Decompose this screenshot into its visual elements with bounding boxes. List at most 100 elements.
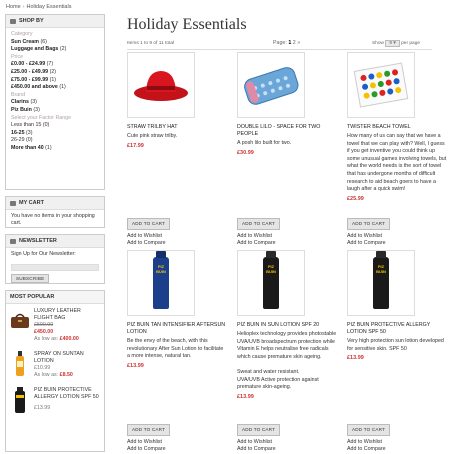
product-card: PIZ BUIN PIZ BUIN TAN INTENSIFIER AFTERSU… [127, 250, 227, 369]
popular-item-price: £10.99 [34, 365, 51, 371]
page-current: 1 [288, 40, 292, 46]
product-name[interactable]: DOUBLE LILO - SPACE FOR TWO PEOPLE [237, 124, 337, 138]
product-actions: ADD TO CART Add to Wishlist Add to Compa… [127, 218, 227, 248]
product-card: PIZ BUIN PIZ BUIN IN SUN LOTION SPF 20 He… [237, 250, 337, 400]
breadcrumb-home-link[interactable]: Home [6, 4, 21, 10]
add-to-compare-link[interactable]: Add to Compare [127, 446, 227, 454]
product-actions: ADD TO CART Add to Wishlist Add to Compa… [127, 424, 227, 454]
product-price: £25.99 [347, 195, 364, 202]
towel-image[interactable] [347, 52, 415, 118]
blue-bottle-image[interactable]: PIZ BUIN [127, 250, 195, 316]
add-to-wishlist-link[interactable]: Add to Wishlist [127, 233, 227, 241]
product-description: Be the envy of the beach, with this revo… [127, 338, 224, 360]
leather-bag-image[interactable] [10, 308, 30, 334]
add-to-cart-button[interactable]: ADD TO CART [237, 218, 281, 230]
product-description: How many of us can say that we have a to… [347, 133, 447, 193]
next-page-arrow[interactable]: » [297, 40, 300, 46]
page-title: Holiday Essentials [127, 16, 247, 33]
add-to-compare-link[interactable]: Add to Compare [347, 446, 447, 454]
product-price: £13.99 [237, 393, 254, 400]
shop-by-header: SHOP BY [6, 15, 104, 28]
popular-item-name[interactable]: PIZ BUIN PROTECTIVE ALLERGY LOTION SPF 5… [34, 387, 100, 401]
product-name[interactable]: TWISTER BEACH TOWEL [347, 124, 447, 131]
filter-price-75[interactable]: £75.00 - £99.99 (1) [11, 77, 99, 85]
filter-piz-buin[interactable]: Piz Buin (3) [11, 107, 99, 115]
popular-item-name[interactable]: LUXURY LEATHER FLIGHT BAG [34, 308, 100, 322]
popular-item-low-price: As low as: £400.00 [34, 336, 79, 342]
cart-icon [10, 200, 16, 206]
black-bottle-image[interactable]: PIZ BUIN [347, 250, 415, 316]
category-label: Category [11, 31, 33, 37]
my-cart-header: MY CART [6, 197, 104, 210]
subscribe-button[interactable]: SUBSCRIBE [11, 274, 50, 283]
product-actions: ADD TO CART Add to Wishlist Add to Compa… [347, 218, 447, 248]
product-name[interactable]: PIZ BUIN PROTECTIVE ALLERGY LOTION SPF 5… [347, 322, 447, 336]
product-name[interactable]: PIZ BUIN TAN INTENSIFIER AFTERSUN LOTION [127, 322, 227, 336]
shop-by-panel: SHOP BY Category Sun Cream (6) Luggage a… [5, 14, 105, 190]
spray-bottle-image[interactable] [10, 351, 30, 377]
item-count: Items 1 to 9 of 11 total [127, 41, 175, 46]
product-name[interactable]: PIZ BUIN IN SUN LOTION SPF 20 [237, 322, 337, 329]
black-bottle-image[interactable]: PIZ BUIN [237, 250, 305, 316]
popular-item[interactable]: LUXURY LEATHER FLIGHT BAG £500.00 £450.0… [6, 304, 104, 347]
shop-by-icon [10, 18, 16, 24]
breadcrumb: Home › Holiday Essentials [6, 4, 71, 10]
add-to-cart-button[interactable]: ADD TO CART [127, 424, 171, 436]
product-card: PIZ BUIN PIZ BUIN PROTECTIVE ALLERGY LOTI… [347, 250, 447, 361]
bottle-icon: PIZ BUIN [153, 251, 169, 309]
product-price: £17.99 [127, 142, 144, 149]
add-to-compare-link[interactable]: Add to Compare [237, 240, 337, 248]
filter-luggage[interactable]: Luggage and Bags (2) [11, 46, 99, 54]
newsletter-panel: NEWSLETTER Sign Up for Our Newsletter: S… [5, 234, 105, 284]
add-to-compare-link[interactable]: Add to Compare [237, 446, 337, 454]
brand-label: Brand [11, 91, 26, 98]
product-price: £13.99 [347, 355, 364, 362]
add-to-compare-link[interactable]: Add to Compare [127, 240, 227, 248]
add-to-cart-button[interactable]: ADD TO CART [127, 218, 171, 230]
popular-item-old-price: £500.00 [34, 322, 54, 328]
product-name[interactable]: STRAW TRILBY HAT [127, 124, 227, 131]
red-hat-image[interactable] [127, 52, 195, 118]
filter-factor-40[interactable]: More than 40 (1) [11, 145, 99, 153]
popular-item-price: £13.99 [34, 405, 51, 411]
filter-factor-16-25[interactable]: 16-25 (3) [11, 130, 99, 138]
product-card: TWISTER BEACH TOWEL How many of us can s… [347, 52, 447, 202]
popular-item[interactable]: PIZ BUIN PROTECTIVE ALLERGY LOTION SPF 5… [6, 383, 104, 417]
filter-clarins[interactable]: Clarins (3) [11, 99, 99, 107]
black-bottle-thumb[interactable] [10, 387, 30, 413]
add-to-wishlist-link[interactable]: Add to Wishlist [347, 233, 447, 241]
product-price: £13.99 [127, 362, 144, 369]
page-2-link[interactable]: 2 [293, 40, 296, 46]
toolbar-divider [127, 49, 432, 50]
add-to-wishlist-link[interactable]: Add to Wishlist [237, 439, 337, 447]
product-description: Very high protection sun lotion develope… [347, 338, 444, 352]
add-to-wishlist-link[interactable]: Add to Wishlist [347, 439, 447, 447]
popular-item[interactable]: SPRAY ON SUNTAN LOTION £10.99 As low as:… [6, 347, 104, 383]
filter-price-450[interactable]: £450.00 and above (1) [11, 84, 99, 92]
add-to-wishlist-link[interactable]: Add to Wishlist [237, 233, 337, 241]
filter-price-0[interactable]: £0.00 - £24.99 (7) [11, 61, 99, 69]
product-card: DOUBLE LILO - SPACE FOR TWO PEOPLE A pos… [237, 52, 337, 156]
add-to-compare-link[interactable]: Add to Compare [347, 240, 447, 248]
newsletter-header: NEWSLETTER [6, 235, 104, 248]
per-page-select[interactable]: 9 ▾ [385, 40, 400, 47]
newsletter-text: Sign Up for Our Newsletter: [11, 251, 76, 257]
product-actions: ADD TO CART Add to Wishlist Add to Compa… [237, 218, 337, 248]
filter-factor-less-15[interactable]: Less than 15 (0) [11, 122, 99, 130]
newsletter-email-input[interactable] [11, 264, 99, 271]
add-to-cart-button[interactable]: ADD TO CART [347, 218, 391, 230]
factor-label: Select your Factor Range [11, 114, 72, 121]
filter-factor-26-29[interactable]: 26-29 (0) [11, 137, 99, 145]
my-cart-panel: MY CART You have no items in your shoppi… [5, 196, 105, 228]
add-to-cart-button[interactable]: ADD TO CART [237, 424, 281, 436]
add-to-wishlist-link[interactable]: Add to Wishlist [127, 439, 227, 447]
filter-sun-cream[interactable]: Sun Cream (6) [11, 39, 99, 47]
popular-item-name[interactable]: SPRAY ON SUNTAN LOTION [34, 351, 100, 365]
most-popular-header: MOST POPULAR [6, 291, 104, 304]
add-to-cart-button[interactable]: ADD TO CART [347, 424, 391, 436]
popular-item-price: £450.00 [34, 329, 54, 335]
filter-price-25[interactable]: £25.00 - £49.99 (2) [11, 69, 99, 77]
bottle-icon: PIZ BUIN [373, 251, 389, 309]
pager: Page: 1 2 » [273, 40, 301, 46]
lilo-image[interactable] [237, 52, 305, 118]
